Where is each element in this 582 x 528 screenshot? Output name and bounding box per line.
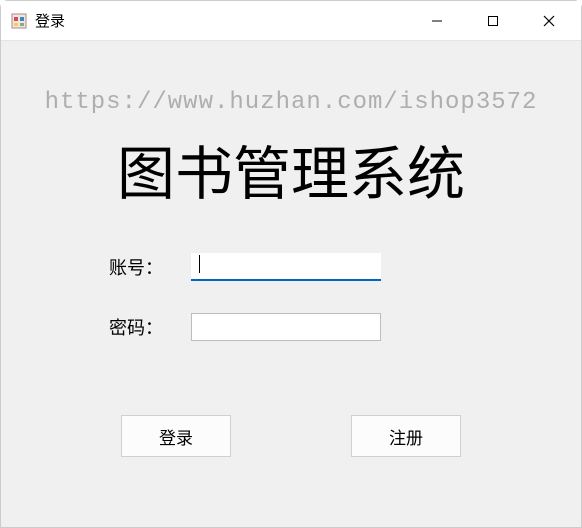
close-button[interactable] [521,1,577,40]
maximize-button[interactable] [465,1,521,40]
titlebar[interactable]: 登录 [1,1,581,41]
client-area: https://www.huzhan.com/ishop3572 图书管理系统 … [1,41,581,527]
window-title: 登录 [35,10,65,31]
login-button[interactable]: 登录 [121,415,231,457]
watermark-text: https://www.huzhan.com/ishop3572 [1,89,581,116]
app-icon [11,13,27,29]
button-row: 登录 注册 [121,415,461,457]
login-button-label: 登录 [159,424,193,449]
window-controls [409,1,577,40]
password-row: 密码： [109,313,381,341]
account-label: 账号： [109,254,191,280]
text-caret [199,255,200,273]
password-input[interactable] [191,313,381,341]
account-input[interactable] [191,253,381,281]
register-button-label: 注册 [389,424,423,449]
page-title: 图书管理系统 [1,127,581,211]
window-frame: 登录 https://www.huzhan.com/ishop3572 图书管理… [0,0,582,528]
minimize-button[interactable] [409,1,465,40]
register-button[interactable]: 注册 [351,415,461,457]
password-label: 密码： [109,314,191,340]
account-row: 账号： [109,253,381,281]
